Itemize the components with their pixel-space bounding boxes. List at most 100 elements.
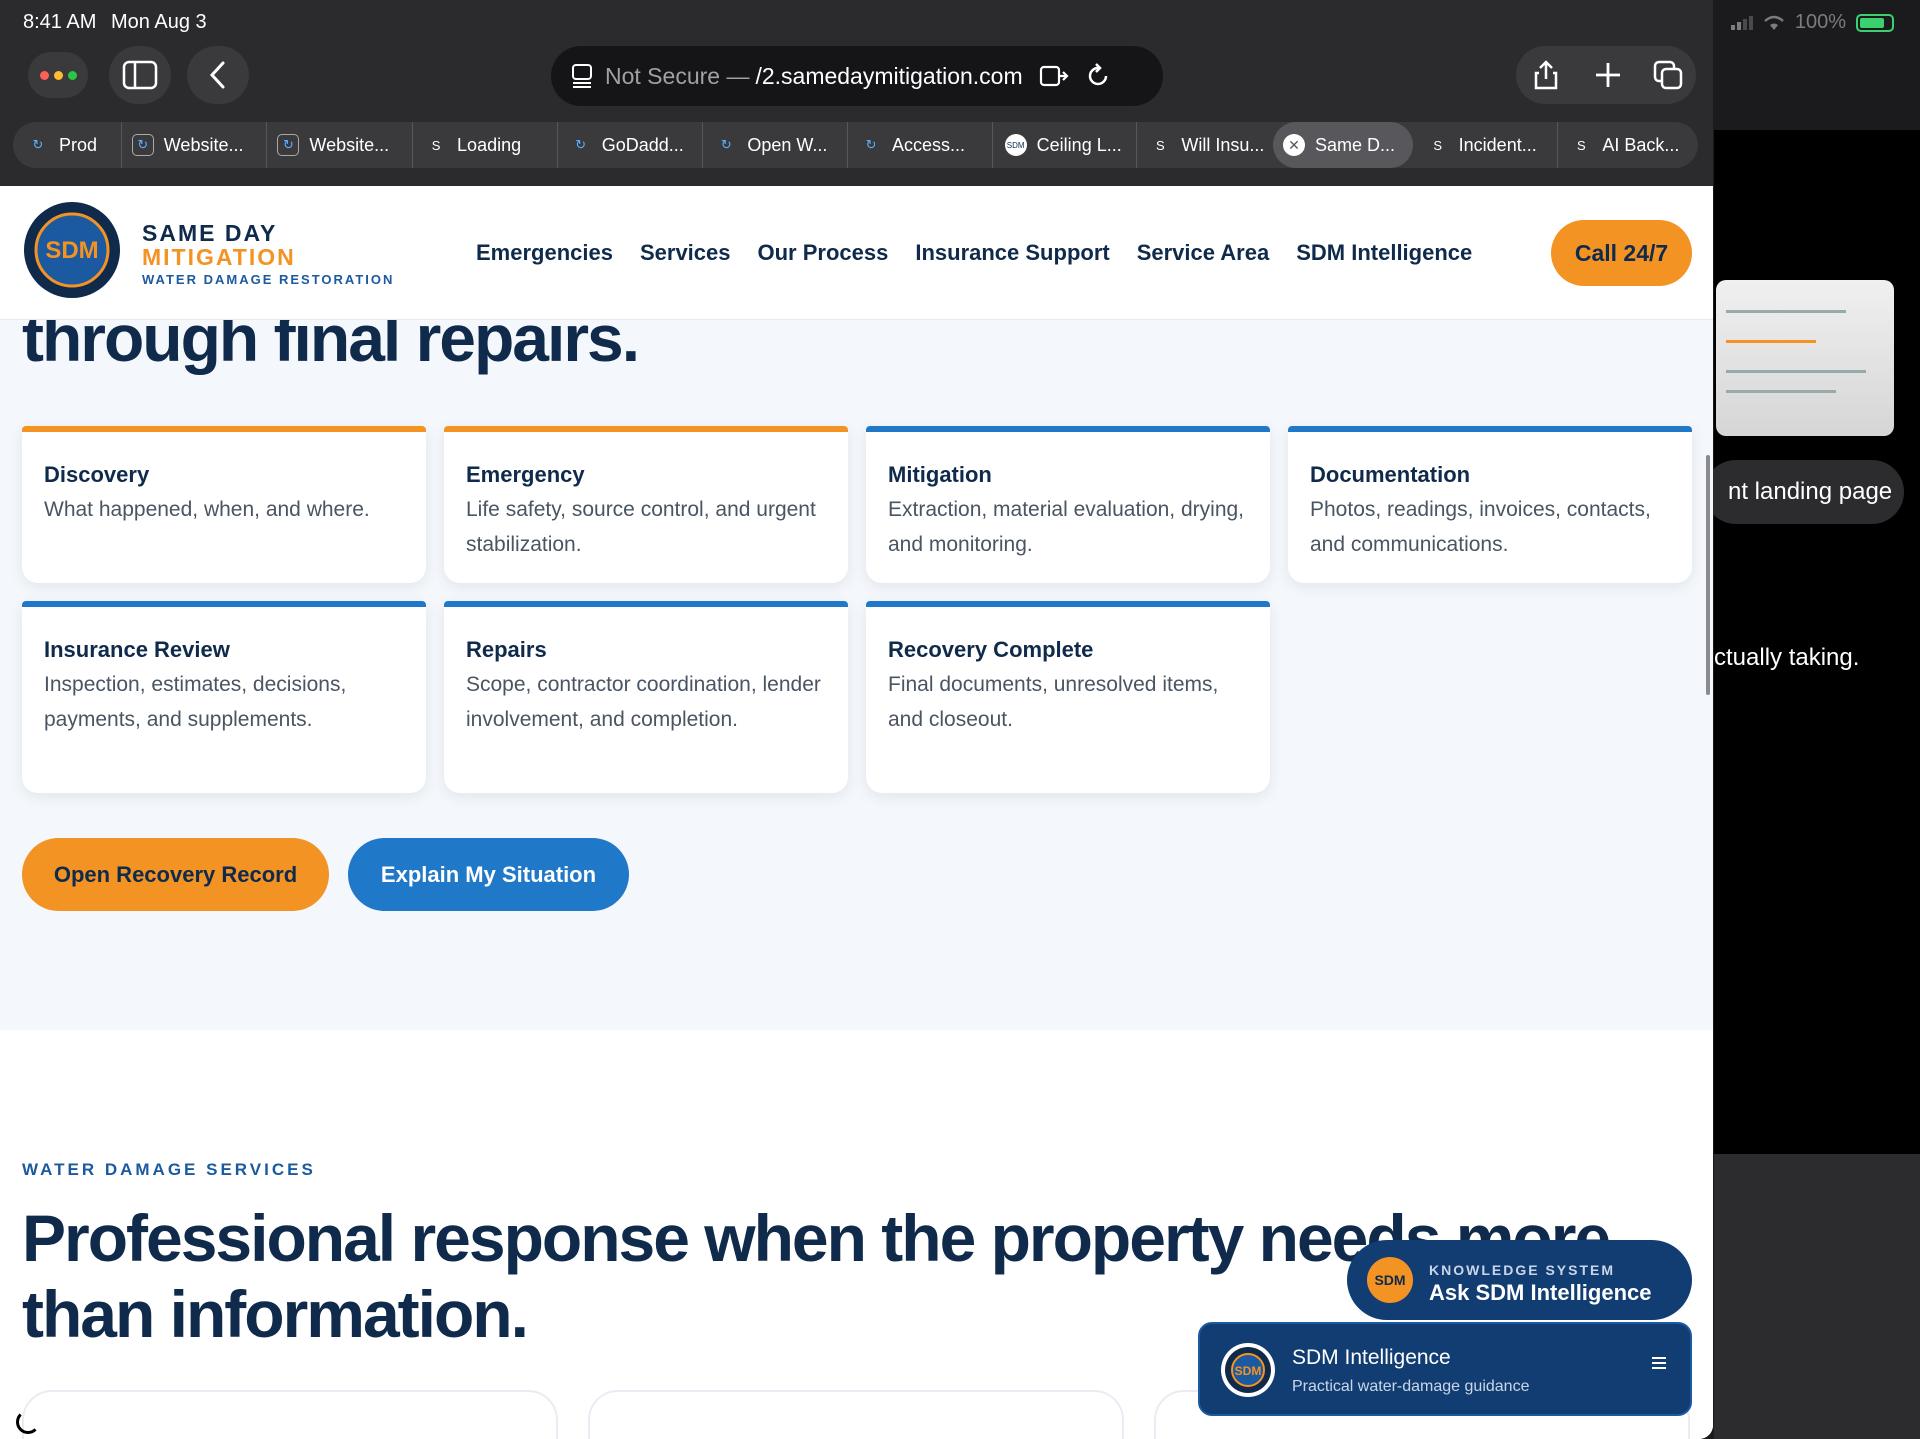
ask-sdm-intelligence-button[interactable]: SDM KNOWLEDGE SYSTEM Ask SDM Intelligenc…: [1347, 1240, 1692, 1320]
tab-overview-icon[interactable]: [1652, 59, 1684, 91]
tab-label: Same D...: [1315, 134, 1396, 155]
stage-description: Final documents, unresolved items, and c…: [888, 673, 1219, 731]
stage-description: Scope, contractor coordination, lender i…: [466, 673, 821, 731]
stage-title: Repairs: [466, 637, 547, 662]
sidebar-icon: [122, 60, 158, 90]
tab-label: Open W...: [747, 134, 828, 155]
side-app: nt landing page ctually taking.: [1704, 0, 1920, 1439]
tab-label: Website...: [163, 134, 244, 155]
ask-kicker: KNOWLEDGE SYSTEM: [1429, 1262, 1616, 1278]
tab-10[interactable]: S Incident...: [1413, 122, 1559, 168]
stage-card-mitigation: Mitigation Extraction, material evaluati…: [866, 426, 1270, 583]
tab-bar: ↻ Prod ↻ Website... ↻ Website... S Loading ↻…: [13, 122, 1698, 168]
s-favicon-icon: S: [1155, 137, 1165, 153]
ask-label: Ask SDM Intelligence: [1429, 1280, 1652, 1305]
reload-icon[interactable]: [1085, 63, 1111, 89]
status-time: 8:41 AM: [23, 11, 97, 33]
sidebar-toggle-button[interactable]: [109, 46, 171, 104]
tab-label: AI Back...: [1602, 134, 1680, 155]
stage-card-documentation: Documentation Photos, readings, invoices…: [1288, 426, 1692, 583]
brand-name-line2: MITIGATION: [142, 244, 296, 270]
tab-label: Ceiling L...: [1036, 134, 1122, 155]
tab-label: Will Insu...: [1181, 134, 1265, 155]
site-header: SDM SAME DAY MITIGATION WATER DAMAGE RES…: [0, 186, 1713, 320]
status-bar: 8:41 AM Mon Aug 3 100%: [0, 0, 1920, 44]
swirl-icon: ↻: [720, 137, 732, 152]
scrollbar[interactable]: [1706, 455, 1710, 695]
service-card: [588, 1390, 1124, 1439]
svg-text:SDM: SDM: [45, 237, 98, 264]
stage-title: Mitigation: [888, 462, 992, 487]
tab-7[interactable]: SDM Ceiling L...: [993, 122, 1138, 168]
share-icon[interactable]: [1530, 59, 1562, 91]
toolbar-right-group: [1516, 46, 1696, 104]
stage-description: Extraction, material evaluation, drying,…: [888, 498, 1245, 556]
tab-6[interactable]: ↻ Access...: [848, 122, 993, 168]
loading-spinner-icon: [16, 1410, 40, 1434]
swirl-icon: ↻: [277, 134, 300, 156]
tab-8[interactable]: S Will Insu...: [1137, 122, 1273, 168]
back-button[interactable]: [187, 46, 249, 104]
nav-services[interactable]: Services: [640, 240, 731, 266]
tab-11[interactable]: S AI Back...: [1558, 122, 1698, 168]
tab-label: Access...: [892, 134, 966, 155]
page-settings-icon[interactable]: [571, 63, 593, 89]
stage-card-insurance-review: Insurance Review Inspection, estimates, …: [22, 601, 426, 793]
side-chip[interactable]: nt landing page: [1704, 460, 1904, 524]
nav-sdm-intelligence[interactable]: SDM Intelligence: [1296, 240, 1472, 266]
call-button[interactable]: Call 24/7: [1551, 220, 1692, 286]
menu-icon[interactable]: [1650, 1356, 1668, 1370]
tab-5[interactable]: ↻ Open W...: [703, 122, 849, 168]
chat-widget-title: SDM Intelligence: [1292, 1346, 1451, 1369]
tab-9-active[interactable]: ✕ Same D...: [1273, 122, 1413, 168]
reader-icon[interactable]: [1039, 64, 1069, 88]
stage-description: Photos, readings, invoices, contacts, an…: [1310, 498, 1651, 556]
stage-title: Documentation: [1310, 462, 1471, 487]
svg-text:SDM: SDM: [1235, 1364, 1262, 1378]
stage-card-recovery-complete: Recovery Complete Final documents, unres…: [866, 601, 1270, 793]
sdm-logo[interactable]: SDM: [22, 200, 122, 300]
stage-description: Life safety, source control, and urgent …: [466, 498, 816, 556]
tab-label: GoDadd...: [601, 134, 684, 155]
stage-title: Emergency: [466, 462, 585, 487]
nav-service-area[interactable]: Service Area: [1137, 240, 1270, 266]
brand-tagline: WATER DAMAGE RESTORATION: [142, 272, 395, 287]
s-favicon-icon: S: [1576, 137, 1586, 153]
side-panel: nt landing page ctually taking.: [1704, 130, 1920, 1242]
sdm-logo-icon: SDM: [1221, 1343, 1275, 1397]
swirl-icon: ↻: [32, 137, 44, 152]
window-controls[interactable]: [28, 52, 88, 98]
close-tab-icon[interactable]: ✕: [1283, 134, 1305, 156]
open-recovery-record-button[interactable]: Open Recovery Record: [22, 838, 329, 911]
explain-my-situation-button[interactable]: Explain My Situation: [348, 838, 629, 911]
tab-label: Incident...: [1458, 134, 1537, 155]
nav-our-process[interactable]: Our Process: [758, 240, 889, 266]
services-eyebrow: WATER DAMAGE SERVICES: [22, 1160, 316, 1179]
stage-card-emergency: Emergency Life safety, source control, a…: [444, 426, 848, 583]
address-bar[interactable]: Not Secure — /2.samedaymitigation.com: [551, 46, 1163, 106]
s-favicon-icon: S: [1433, 137, 1442, 153]
stage-title: Insurance Review: [44, 637, 230, 662]
tab-3[interactable]: S Loading: [413, 122, 558, 168]
stage-description: What happened, when, and where.: [44, 498, 370, 521]
side-text: ctually taking.: [1714, 644, 1860, 671]
tab-label: Loading: [457, 134, 522, 155]
battery-percent: 100%: [1794, 11, 1846, 33]
new-tab-icon[interactable]: [1592, 59, 1624, 91]
tab-0[interactable]: ↻ Prod: [27, 122, 122, 168]
tab-2[interactable]: ↻ Website...: [267, 122, 414, 168]
status-right: 100%: [1730, 11, 1894, 34]
sdm-chat-widget[interactable]: SDM SDM Intelligence Practical water-dam…: [1198, 1322, 1692, 1416]
tab-1[interactable]: ↻ Website...: [122, 122, 268, 168]
swirl-icon: ↻: [131, 134, 154, 156]
brand-name-line1: SAME DAY: [142, 220, 278, 246]
nav-insurance-support[interactable]: Insurance Support: [915, 240, 1109, 266]
page-thumbnail[interactable]: [1716, 280, 1894, 436]
address-domain[interactable]: /2.samedaymitigation.com: [755, 63, 1022, 90]
status-date: Mon Aug 3: [111, 11, 207, 33]
main-nav: Emergencies Services Our Process Insuran…: [476, 240, 1472, 266]
battery-icon: [1856, 13, 1894, 32]
tab-4[interactable]: ↻ GoDadd...: [558, 122, 704, 168]
nav-emergencies[interactable]: Emergencies: [476, 240, 613, 266]
tab-label: Prod: [59, 134, 98, 155]
